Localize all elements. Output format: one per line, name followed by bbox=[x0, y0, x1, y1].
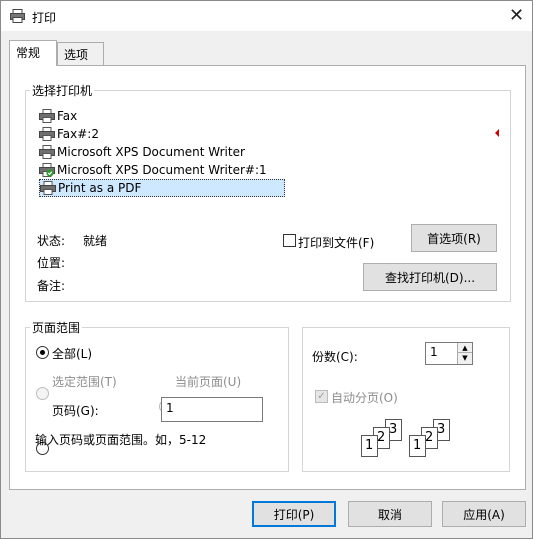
pages-input-value: 1 bbox=[166, 401, 174, 415]
status-label: 状态: bbox=[37, 234, 66, 248]
printer-item-xps[interactable]: Microsoft XPS Document Writer bbox=[39, 143, 289, 161]
close-icon: ✕ bbox=[508, 5, 525, 26]
printer-name: Microsoft XPS Document Writer#:1 bbox=[57, 163, 267, 177]
collate-illustration: 3 2 1 bbox=[361, 419, 411, 457]
find-printer-button-label: 查找打印机(D)... bbox=[384, 270, 476, 285]
pages-label[interactable]: 页码(G): bbox=[52, 402, 99, 419]
printer-icon bbox=[10, 9, 25, 23]
pages-input[interactable]: 1 bbox=[161, 397, 263, 422]
print-dialog: 打印 ✕ 常规 选项 选择打印机 Fax Fax#:2 Microsoft XP… bbox=[0, 0, 533, 539]
printer-item-xps-1[interactable]: Microsoft XPS Document Writer#:1 bbox=[39, 161, 289, 179]
selection-radio[interactable] bbox=[36, 387, 49, 400]
collate-page-1: 1 bbox=[409, 435, 426, 457]
tab-options-label: 选项 bbox=[64, 48, 89, 62]
print-button[interactable]: 打印(P) bbox=[252, 501, 336, 527]
apply-button-label: 应用(A) bbox=[463, 507, 505, 522]
cancel-button[interactable]: 取消 bbox=[348, 501, 432, 527]
printer-item-fax-2[interactable]: Fax#:2 bbox=[39, 125, 289, 143]
printer-icon bbox=[39, 145, 55, 159]
selection-label[interactable]: 选定范围(T) bbox=[52, 373, 117, 390]
printer-name: Fax#:2 bbox=[57, 127, 99, 141]
spin-down-icon: ▼ bbox=[462, 354, 468, 362]
collate-label[interactable]: 自动分页(O) bbox=[331, 389, 398, 406]
collate-illustration-2: 3 2 1 bbox=[409, 419, 459, 457]
tab-general-label: 常规 bbox=[16, 46, 41, 60]
scroll-indicator-icon bbox=[495, 129, 499, 137]
window-title: 打印 bbox=[32, 11, 57, 25]
print-to-file-checkbox[interactable] bbox=[283, 234, 296, 247]
preferences-button[interactable]: 首选项(R) bbox=[411, 224, 497, 252]
printer-name: Fax bbox=[57, 109, 78, 123]
printer-icon bbox=[39, 109, 55, 123]
page-range-hint: 输入页码或页面范围。如，5-12 bbox=[35, 433, 207, 447]
collate-checkbox[interactable]: ✓ bbox=[315, 390, 328, 403]
all-pages-label[interactable]: 全部(L) bbox=[52, 345, 92, 362]
check-icon: ✓ bbox=[317, 391, 326, 402]
comment-label: 备注: bbox=[37, 279, 66, 293]
printer-name: Print as a PDF bbox=[58, 181, 142, 195]
print-button-label: 打印(P) bbox=[273, 507, 315, 522]
collate-page-1: 1 bbox=[361, 435, 378, 457]
page-range-label: 页面范围 bbox=[30, 319, 83, 336]
printer-item-print-as-pdf[interactable]: Print as a PDF bbox=[39, 179, 285, 197]
printer-icon bbox=[40, 181, 56, 195]
spin-up-icon: ▲ bbox=[462, 344, 468, 352]
tab-options[interactable]: 选项 bbox=[57, 42, 104, 65]
copies-down-button[interactable]: ▼ bbox=[457, 353, 472, 364]
close-button[interactable]: ✕ bbox=[501, 1, 532, 30]
preferences-button-label: 首选项(R) bbox=[427, 231, 481, 246]
location-label: 位置: bbox=[37, 256, 66, 270]
print-to-file-label[interactable]: 打印到文件(F) bbox=[298, 234, 374, 251]
select-printer-label: 选择打印机 bbox=[30, 82, 95, 99]
current-page-label[interactable]: 当前页面(U) bbox=[175, 373, 241, 390]
tab-general[interactable]: 常规 bbox=[9, 40, 57, 66]
copies-label: 份数(C): bbox=[312, 350, 358, 364]
copies-input-value: 1 bbox=[430, 345, 438, 359]
printer-item-fax[interactable]: Fax bbox=[39, 107, 289, 125]
title-bar: 打印 ✕ bbox=[1, 1, 532, 31]
find-printer-button[interactable]: 查找打印机(D)... bbox=[363, 263, 497, 291]
printer-list[interactable]: Fax Fax#:2 Microsoft XPS Document Writer… bbox=[39, 107, 289, 197]
cancel-button-label: 取消 bbox=[377, 507, 402, 522]
printer-icon bbox=[39, 127, 55, 141]
printer-name: Microsoft XPS Document Writer bbox=[57, 145, 245, 159]
all-pages-radio[interactable] bbox=[36, 346, 49, 359]
apply-button[interactable]: 应用(A) bbox=[442, 501, 526, 527]
status-value: 就绪 bbox=[83, 234, 108, 248]
copies-up-button[interactable]: ▲ bbox=[457, 343, 472, 353]
default-printer-icon bbox=[39, 163, 55, 177]
